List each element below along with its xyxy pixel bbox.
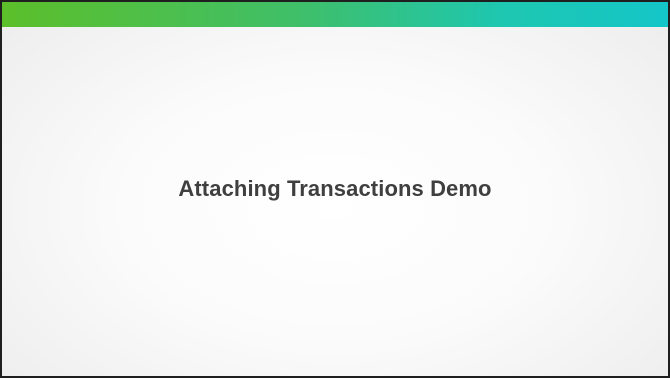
accent-bar [2,2,668,27]
slide-title: Attaching Transactions Demo [178,176,492,201]
slide-canvas: Attaching Transactions Demo [0,0,670,378]
